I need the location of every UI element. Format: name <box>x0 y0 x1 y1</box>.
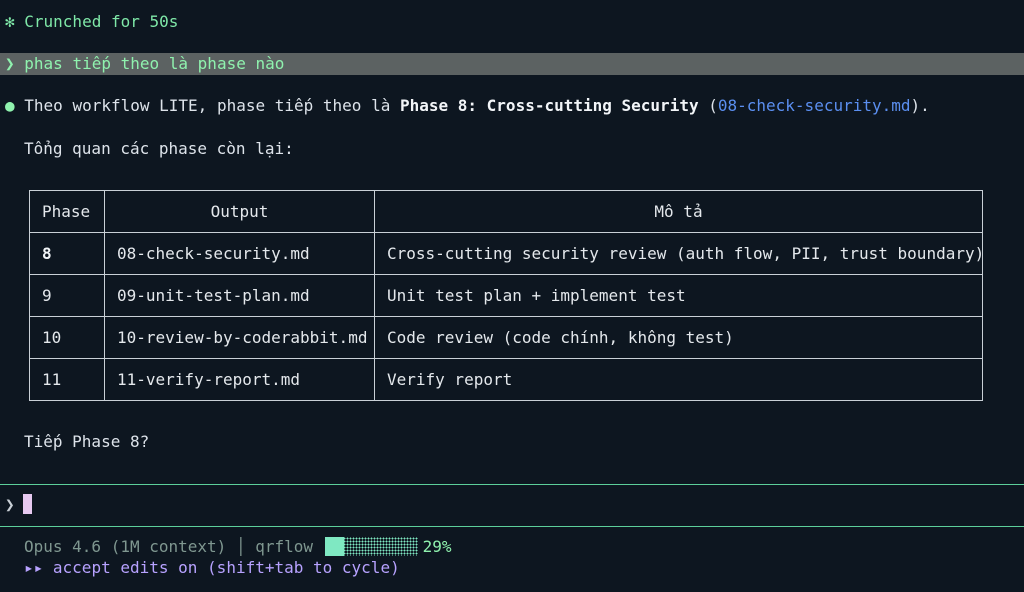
mode-hint: (shift+tab to cycle) <box>207 558 400 577</box>
output-file-link[interactable]: 11-verify-report.md <box>104 358 375 401</box>
assistant-answer: ● Theo workflow LITE, phase tiếp theo là… <box>5 95 930 116</box>
mode-arrows-icon: ▸▸ <box>24 558 44 577</box>
previous-prompt: ❯ phas tiếp theo là phase nào <box>0 53 1024 75</box>
output-file-link[interactable]: 10-review-by-coderabbit.md <box>104 316 375 359</box>
prompt-input[interactable] <box>23 494 32 514</box>
phases-table: Phase Output Mô tả 8 08-check-security.m… <box>29 190 984 401</box>
answer-prefix: Theo workflow LITE, phase tiếp theo là <box>24 96 400 115</box>
answer-file-link[interactable]: 08-check-security.md <box>718 96 911 115</box>
bullet-icon: ● <box>5 96 15 115</box>
answer-close-paren: ). <box>910 96 930 115</box>
description-cell: Unit test plan + implement test <box>374 274 983 317</box>
phase-cell: 8 <box>29 232 105 275</box>
context-progress-bar <box>324 537 418 556</box>
header-phase: Phase <box>29 190 105 233</box>
input-top-divider <box>0 484 1024 485</box>
phase-cell: 11 <box>29 358 105 401</box>
status-footer: Opus 4.6 (1M context) │ qrflow 29% <box>24 536 452 557</box>
edit-mode-indicator[interactable]: ▸▸ accept edits on (shift+tab to cycle) <box>24 557 400 578</box>
header-description: Mô tả <box>374 190 983 233</box>
table-header-row: Phase Output Mô tả <box>29 190 983 233</box>
input-caret-icon: ❯ <box>5 495 15 514</box>
follow-up-question: Tiếp Phase 8? <box>24 432 150 451</box>
context-progress-fill <box>324 537 344 556</box>
answer-open-paren: ( <box>698 96 718 115</box>
header-output: Output <box>104 190 375 233</box>
phase-cell: 10 <box>29 316 105 359</box>
footer-separator: │ <box>235 537 246 556</box>
overview-heading: Tổng quan các phase còn lại: <box>24 139 294 158</box>
output-file-link[interactable]: 09-unit-test-plan.md <box>104 274 375 317</box>
project-name: qrflow <box>255 537 314 556</box>
table-row: 8 08-check-security.md Cross-cutting sec… <box>29 232 984 275</box>
table-row: 11 11-verify-report.md Verify report <box>29 358 983 401</box>
prompt-caret-icon: ❯ <box>5 54 15 73</box>
phase-cell: 9 <box>29 274 105 317</box>
previous-prompt-text: phas tiếp theo là phase nào <box>24 54 285 73</box>
table-row: 9 09-unit-test-plan.md Unit test plan + … <box>29 274 983 317</box>
answer-phase-title: Phase 8: Cross-cutting Security <box>399 96 699 115</box>
status-line: ✻ Crunched for 50s <box>5 12 179 31</box>
input-bottom-divider <box>0 526 1024 527</box>
mode-label: accept edits on <box>52 558 198 577</box>
output-file-link[interactable]: 08-check-security.md <box>104 232 375 275</box>
description-cell: Verify report <box>374 358 983 401</box>
description-cell: Code review (code chính, không test) <box>374 316 983 359</box>
model-label: Opus 4.6 (1M context) <box>24 537 227 556</box>
context-percent: 29% <box>422 537 452 556</box>
table-row: 10 10-review-by-coderabbit.md Code revie… <box>29 316 983 359</box>
description-cell: Cross-cutting security review (auth flow… <box>374 232 984 275</box>
